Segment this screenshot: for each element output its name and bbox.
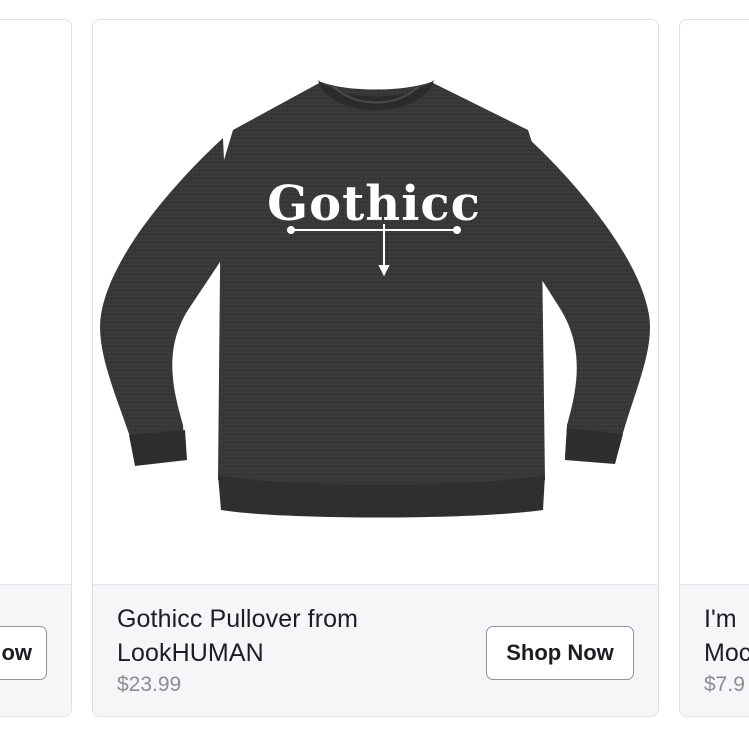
product-card-footer: Shop Now — [0, 584, 71, 716]
product-card-next[interactable]: I'm Moc $7.9 — [679, 19, 749, 717]
sweater-body — [218, 82, 545, 489]
product-carousel: Shop Now — [0, 0, 749, 733]
product-image[interactable]: Gothicc — [93, 20, 658, 586]
product-price: $23.99 — [117, 673, 182, 696]
product-card-footer: Gothicc Pullover from LookHUMAN $23.99 S… — [93, 584, 658, 716]
product-title[interactable]: Gothicc Pullover from LookHUMAN — [117, 602, 447, 670]
product-title-next[interactable]: I'm Moc — [704, 602, 749, 670]
shop-now-button[interactable]: Shop Now — [486, 626, 634, 680]
product-card-footer: I'm Moc $7.9 — [680, 584, 749, 716]
sweatshirt-image: Gothicc — [100, 80, 651, 518]
product-card-gothicc-pullover[interactable]: Gothicc Gothicc Pullover from LookHUMAN … — [92, 19, 659, 717]
sweater-left-cuff — [129, 430, 187, 466]
shop-now-label: Shop Now — [0, 640, 32, 665]
shop-now-button-previous[interactable]: Shop Now — [0, 626, 47, 680]
product-title-line1: I'm — [704, 605, 737, 633]
product-image-previous[interactable] — [0, 20, 71, 586]
sweater-right-cuff — [565, 428, 623, 464]
product-image-next[interactable] — [680, 20, 749, 586]
shop-now-label: Shop Now — [506, 640, 614, 665]
product-title-line2: Moc — [704, 639, 749, 667]
sweater-left-sleeve — [100, 138, 228, 465]
product-price-next: $7.9 — [704, 673, 745, 696]
product-card-previous[interactable]: Shop Now — [0, 19, 72, 717]
gothicc-print-text: Gothicc — [267, 176, 481, 232]
